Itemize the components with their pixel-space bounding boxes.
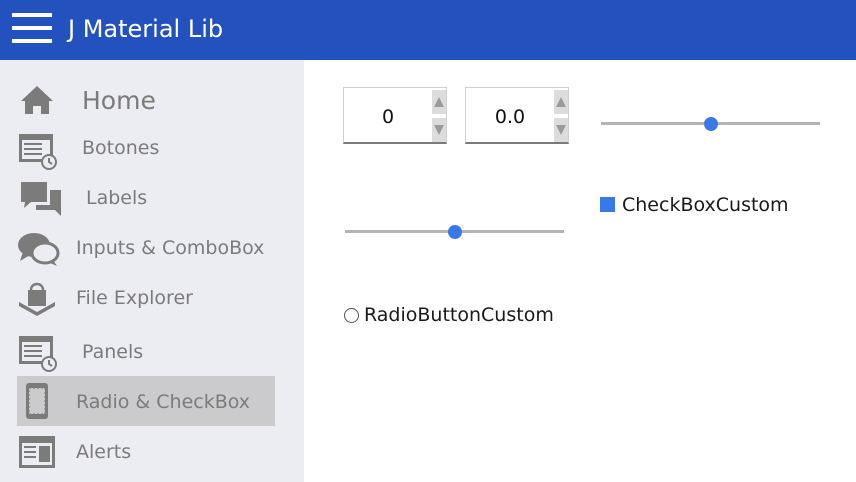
sidebar-item-panels[interactable]: Panels: [17, 326, 275, 376]
sidebar-item-labels[interactable]: Labels: [17, 176, 275, 226]
sidebar-item-botones[interactable]: Botones: [17, 126, 275, 176]
sidebar-item-label: Inputs & ComboBox: [76, 237, 265, 259]
calendar-clock-icon: [19, 336, 57, 372]
sidebar: Home Botones Labels Inputs & ComboBox Fi…: [0, 60, 304, 482]
radio-label: RadioButtonCustom: [364, 304, 554, 326]
spinner-down-button[interactable]: [554, 118, 568, 142]
float-spinner[interactable]: 0.0: [465, 87, 569, 144]
sidebar-item-label: Panels: [82, 341, 144, 363]
sidebar-item-home[interactable]: Home: [17, 76, 275, 126]
sidebar-item-inputs-combobox[interactable]: Inputs & ComboBox: [17, 226, 275, 276]
sidebar-item-alerts[interactable]: Alerts: [17, 426, 275, 476]
bag-download-icon: [19, 282, 55, 316]
spinner-up-button[interactable]: [554, 90, 568, 114]
slider-thumb[interactable]: [703, 117, 718, 131]
arrow-down-icon: [434, 125, 444, 135]
spinner-up-button[interactable]: [432, 90, 446, 114]
checkbox-label: CheckBoxCustom: [622, 194, 789, 216]
integer-spinner[interactable]: 0: [343, 87, 447, 144]
speech-bubbles-icon: [18, 233, 60, 266]
sidebar-item-radio-checkbox[interactable]: Radio & CheckBox: [17, 376, 275, 426]
slider-bottom[interactable]: [345, 222, 564, 242]
slider-top[interactable]: [601, 114, 820, 134]
sidebar-item-label: File Explorer: [76, 287, 193, 309]
sidebar-item-label: Alerts: [76, 441, 132, 463]
spinner-down-button[interactable]: [432, 118, 446, 142]
app-title: J Material Lib: [68, 15, 224, 43]
app-header: J Material Lib: [0, 0, 856, 60]
home-icon: [21, 86, 53, 114]
sidebar-item-label: Labels: [86, 187, 148, 209]
slider-thumb[interactable]: [447, 225, 462, 239]
calendar-clock-icon: [19, 134, 57, 170]
browser-window-icon: [19, 436, 55, 468]
mobile-phone-icon: [26, 383, 48, 419]
spinner-value[interactable]: 0.0: [466, 106, 554, 128]
sidebar-item-label: Home: [82, 86, 156, 115]
chat-bubbles-icon: [21, 182, 61, 216]
sidebar-item-label: Radio & CheckBox: [76, 391, 251, 413]
radio-unselected-icon[interactable]: [344, 308, 359, 323]
hamburger-menu-icon[interactable]: [12, 13, 52, 43]
spinner-value[interactable]: 0: [344, 106, 432, 128]
sidebar-item-label: Botones: [82, 137, 160, 159]
sidebar-item-file-explorer[interactable]: File Explorer: [17, 276, 275, 326]
checkbox-checked-icon[interactable]: [600, 197, 615, 212]
arrow-down-icon: [556, 125, 566, 135]
arrow-up-icon: [434, 97, 444, 107]
arrow-up-icon: [556, 97, 566, 107]
